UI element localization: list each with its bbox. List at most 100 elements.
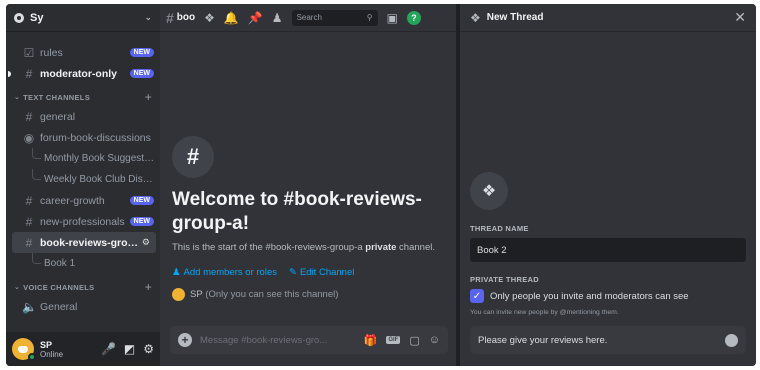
- thread-icon: ❖: [470, 10, 481, 25]
- unread-indicator: [8, 71, 11, 77]
- chevron-down-icon: ⌄: [14, 284, 21, 291]
- hash-lock-icon: #: [25, 235, 33, 250]
- chevron-down-icon[interactable]: ⌄: [144, 12, 152, 23]
- user-info[interactable]: SP Online: [40, 340, 93, 359]
- search-placeholder: Search: [296, 13, 322, 22]
- channel-general[interactable]: # general: [12, 106, 156, 127]
- hash-lock-icon: #: [25, 214, 33, 229]
- user-status: Online: [40, 349, 64, 359]
- private-option-label: Only people you invite and moderators ca…: [490, 290, 689, 302]
- server-boost-icon: [14, 12, 24, 23]
- channel-forum-book-discussions[interactable]: ◉ forum-book-discussions: [12, 127, 156, 148]
- new-badge: NEW: [129, 196, 154, 205]
- message-composer: + 🎁 GIF ▢ ☺: [170, 326, 448, 354]
- hash-lock-icon: #: [166, 9, 174, 26]
- add-members-link[interactable]: ♟ Add members or roles: [172, 267, 277, 278]
- emoji-icon[interactable]: ☺: [429, 334, 440, 346]
- channel-moderator-only[interactable]: # moderator-only NEW: [8, 63, 156, 84]
- welcome-description: This is the start of the #book-reviews-g…: [172, 242, 452, 253]
- speaker-icon: 🔈: [22, 299, 37, 314]
- category-title: VOICE CHANNELS: [23, 282, 95, 292]
- close-icon[interactable]: ✕: [734, 9, 746, 26]
- thread-item[interactable]: Book 1: [32, 253, 156, 274]
- invite-hint: You can invite new people by @mentioning…: [470, 309, 619, 316]
- user-panel: SP Online 🎤 ◩ ⚙: [6, 332, 160, 366]
- add-channel-icon[interactable]: +: [145, 90, 152, 104]
- chevron-down-icon: ⌄: [14, 94, 21, 101]
- desc-suffix: channel.: [396, 242, 435, 253]
- add-member-icon: ♟: [172, 267, 181, 278]
- thread-name-input[interactable]: [470, 238, 746, 262]
- voice-channel-general[interactable]: 🔈 General: [12, 296, 156, 317]
- channel-label: moderator-only: [40, 67, 118, 80]
- private-thread-option[interactable]: ✓ Only people you invite and moderators …: [470, 289, 746, 303]
- system-message: SP (Only you can see this channel): [172, 288, 452, 301]
- pencil-icon: ✎: [288, 267, 297, 278]
- headphones-icon[interactable]: ◩: [124, 342, 135, 356]
- members-icon[interactable]: ♟: [272, 11, 283, 25]
- category-title: TEXT CHANNELS: [23, 92, 90, 102]
- server-header[interactable]: Sy ⌄: [6, 4, 160, 32]
- threads-icon[interactable]: ❖: [204, 11, 215, 25]
- add-channel-icon[interactable]: +: [145, 280, 152, 294]
- thread-label: Book 1: [44, 258, 76, 269]
- message-input[interactable]: [200, 334, 355, 346]
- discord-window: Sy ⌄ ☑ rules NEW # moderator-only NEW ⌄ …: [6, 4, 756, 366]
- channel-rules[interactable]: ☑ rules NEW: [12, 42, 156, 63]
- channel-label: general: [40, 110, 76, 123]
- new-badge: NEW: [129, 69, 154, 78]
- channel-welcome: # Welcome to #book-reviews-group-a! This…: [172, 136, 452, 301]
- private-thread-label: PRIVATE THREAD: [470, 275, 539, 284]
- channel-header: # boo ❖ 🔔 📌 ♟ Search ⚲ ▣ ?: [160, 4, 456, 32]
- channel-book-reviews-group-a[interactable]: # book-reviews-grou... ⚙: [12, 232, 156, 253]
- thread-icon: ❖: [470, 172, 508, 210]
- avatar[interactable]: [12, 338, 36, 361]
- channel-sidebar: Sy ⌄ ☑ rules NEW # moderator-only NEW ⌄ …: [6, 4, 160, 366]
- thread-item[interactable]: Monthly Book Suggestio...: [32, 148, 156, 169]
- welcome-title: Welcome to #book-reviews-group-a!: [172, 189, 422, 234]
- category-text-channels[interactable]: ⌄ TEXT CHANNELS +: [14, 88, 152, 106]
- thread-panel-header: ❖ New Thread ✕: [460, 4, 756, 32]
- channel-settings-icons[interactable]: ⚙: [142, 237, 152, 248]
- thread-name-label: THREAD NAME: [470, 224, 529, 233]
- checkbox-checked-icon[interactable]: ✓: [470, 289, 484, 303]
- search-icon: ⚲: [366, 13, 373, 22]
- server-name: Sy: [30, 11, 44, 24]
- new-badge: NEW: [129, 48, 154, 57]
- thread-message-composer: [470, 326, 746, 354]
- channel-list: ☑ rules NEW # moderator-only NEW ⌄ TEXT …: [6, 32, 160, 332]
- gif-icon[interactable]: GIF: [386, 336, 401, 344]
- thread-form: ❖ THREAD NAME PRIVATE THREAD ✓ Only peop…: [470, 172, 746, 316]
- gear-icon[interactable]: ⚙: [143, 342, 154, 356]
- hash-lock-icon: #: [25, 66, 33, 81]
- forum-icon: ◉: [23, 130, 35, 145]
- desc-prefix: This is the start of the #book-reviews-g…: [172, 242, 366, 253]
- bell-icon[interactable]: 🔔: [224, 11, 239, 25]
- sticker-icon[interactable]: ▢: [409, 334, 419, 347]
- add-members-label: Add members or roles: [183, 267, 277, 278]
- avatar[interactable]: [172, 288, 185, 301]
- pin-icon[interactable]: 📌: [248, 11, 263, 25]
- new-badge: NEW: [129, 217, 154, 226]
- thread-label: Monthly Book Suggestio...: [44, 153, 156, 164]
- inbox-icon[interactable]: ▣: [387, 11, 398, 25]
- gift-icon[interactable]: 🎁: [364, 334, 378, 347]
- thread-item[interactable]: Weekly Book Club Discu...: [32, 169, 156, 190]
- channel-career-growth[interactable]: # career-growth NEW: [12, 190, 156, 211]
- system-message-author: SP: [190, 289, 203, 300]
- edit-channel-label: Edit Channel: [299, 267, 355, 278]
- help-icon[interactable]: ?: [406, 10, 421, 25]
- chat-area: # boo ❖ 🔔 📌 ♟ Search ⚲ ▣ ? # Welcome to …: [160, 4, 456, 366]
- thread-label: Weekly Book Club Discu...: [44, 174, 156, 185]
- thread-message-input[interactable]: [478, 334, 725, 346]
- online-status-icon: [28, 353, 36, 361]
- plus-icon[interactable]: +: [178, 333, 192, 347]
- mic-muted-icon[interactable]: 🎤: [101, 342, 116, 356]
- channel-new-professionals[interactable]: # new-professionals NEW: [12, 211, 156, 232]
- category-voice-channels[interactable]: ⌄ VOICE CHANNELS +: [14, 278, 152, 296]
- search-input[interactable]: Search ⚲: [291, 9, 378, 26]
- edit-channel-link[interactable]: ✎ Edit Channel: [289, 267, 354, 278]
- desc-bold: private: [365, 242, 397, 253]
- emoji-icon[interactable]: [725, 333, 738, 347]
- hash-lock-icon: #: [172, 136, 214, 178]
